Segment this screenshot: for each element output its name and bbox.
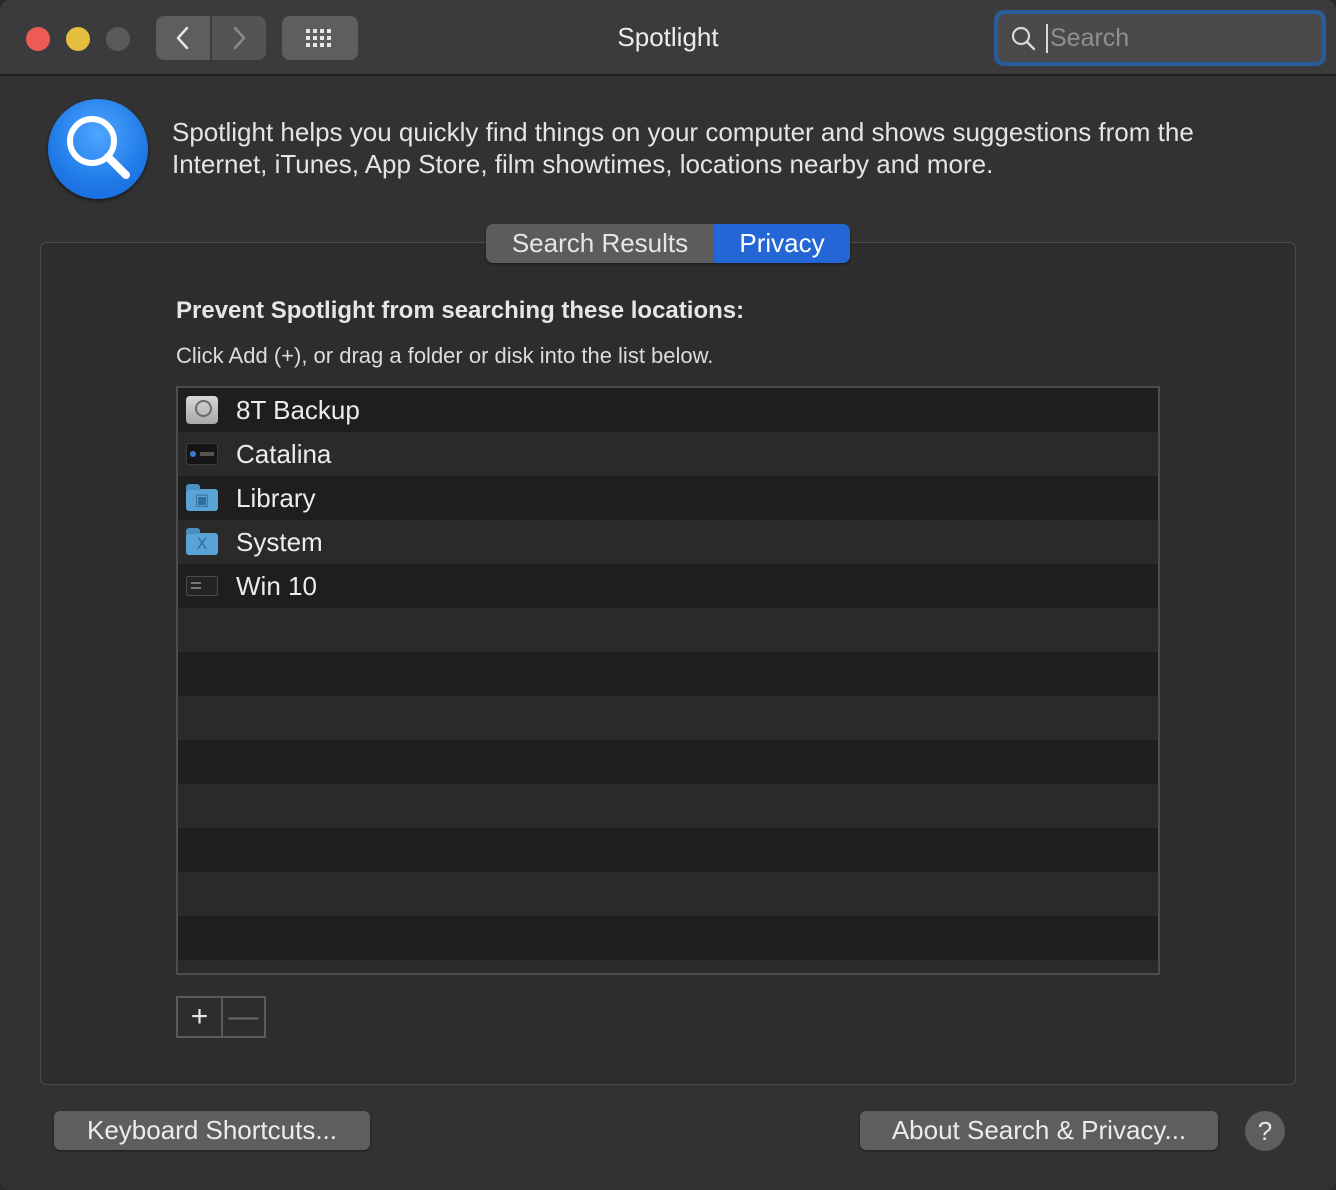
list-item[interactable]: Catalina <box>178 432 1158 476</box>
excluded-locations-list[interactable]: 8T Backup Catalina ▣ Library X System Wi… <box>176 386 1160 975</box>
system-folder-icon: X <box>186 528 218 555</box>
list-item-label: Library <box>236 482 316 513</box>
tab-bar: Search Results Privacy <box>486 224 850 263</box>
library-folder-icon: ▣ <box>186 484 218 511</box>
empty-list-row <box>178 960 1158 973</box>
spotlight-icon <box>48 99 148 199</box>
list-item-label: Win 10 <box>236 570 317 601</box>
preferences-window: Spotlight Spotlight helps you quickly fi… <box>0 0 1336 1190</box>
list-item[interactable]: 8T Backup <box>178 388 1158 432</box>
empty-list-row <box>178 608 1158 652</box>
empty-list-row <box>178 696 1158 740</box>
remove-location-button[interactable]: — <box>220 998 264 1036</box>
empty-list-row <box>178 916 1158 960</box>
list-item[interactable]: ▣ Library <box>178 476 1158 520</box>
empty-list-row <box>178 872 1158 916</box>
privacy-instructions: Click Add (+), or drag a folder or disk … <box>176 343 714 368</box>
empty-list-row <box>178 784 1158 828</box>
help-button[interactable]: ? <box>1245 1111 1285 1151</box>
search-icon <box>1011 26 1036 51</box>
search-field-focus-ring <box>994 10 1326 66</box>
search-input[interactable] <box>1046 23 1296 53</box>
search-field[interactable] <box>998 14 1322 62</box>
backup-disk-icon <box>186 396 218 424</box>
empty-list-row <box>178 740 1158 784</box>
windows-disk-icon <box>186 576 218 596</box>
add-remove-control: + — <box>176 996 266 1038</box>
tab-search-results[interactable]: Search Results <box>486 224 714 263</box>
title-bar: Spotlight <box>0 0 1336 76</box>
list-item[interactable]: Win 10 <box>178 564 1158 608</box>
add-location-button[interactable]: + <box>178 998 221 1036</box>
disk-icon <box>186 443 218 465</box>
spotlight-description: Spotlight helps you quickly find things … <box>172 117 1194 179</box>
privacy-heading: Prevent Spotlight from searching these l… <box>176 297 745 324</box>
empty-list-row <box>178 652 1158 696</box>
tab-privacy[interactable]: Privacy <box>714 224 850 263</box>
list-item-label: 8T Backup <box>236 394 360 425</box>
list-item-label: System <box>236 526 323 557</box>
about-search-privacy-button[interactable]: About Search & Privacy... <box>860 1111 1218 1150</box>
list-item[interactable]: X System <box>178 520 1158 564</box>
keyboard-shortcuts-button[interactable]: Keyboard Shortcuts... <box>54 1111 370 1150</box>
empty-list-row <box>178 828 1158 872</box>
list-item-label: Catalina <box>236 438 332 469</box>
